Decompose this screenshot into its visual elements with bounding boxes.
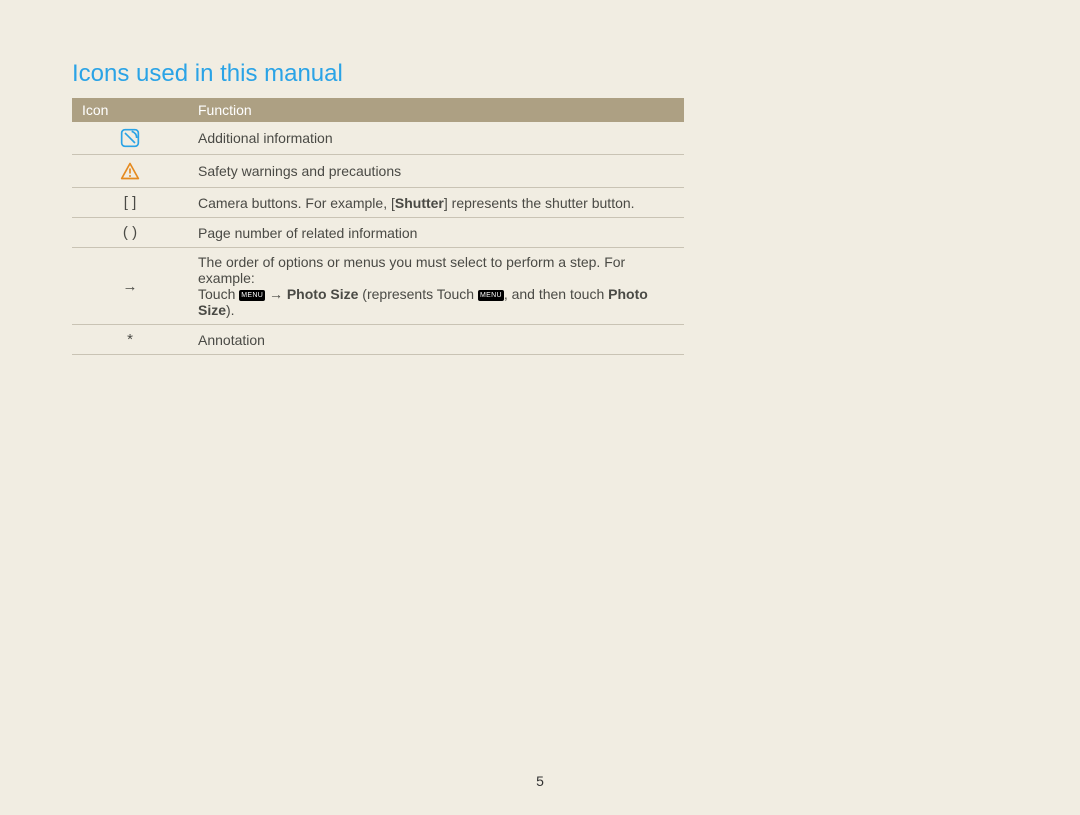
table-row: Additional information [72,122,684,155]
function-text: The order of options or menus you must s… [188,248,684,325]
table-row: ( ) Page number of related information [72,218,684,248]
brackets-icon: [ ] [72,188,188,218]
parens-icon: ( ) [72,218,188,248]
page-title: Icons used in this manual [72,60,1008,88]
table-row: → The order of options or menus you must… [72,248,684,325]
function-text: Camera buttons. For example, [Shutter] r… [188,188,684,218]
table-header-row: Icon Function [72,98,684,122]
text-fragment: ). [226,302,235,318]
menu-icon: MENU [239,290,265,301]
text-fragment: , and then touch [504,286,608,302]
note-icon [72,122,188,155]
text-fragment: Touch [198,286,235,302]
header-icon: Icon [72,98,188,122]
function-text: Annotation [188,325,684,355]
function-text: Safety warnings and precautions [188,155,684,188]
text-fragment: ] represents the shutter button. [444,195,635,211]
menu-icon: MENU [478,290,504,301]
bold-photo-size: Photo Size [287,286,359,302]
table-row: * Annotation [72,325,684,355]
text-fragment: (represents Touch [358,286,478,302]
manual-page: Icons used in this manual Icon Function … [0,0,1080,815]
page-number: 5 [0,773,1080,789]
table-row: Safety warnings and precautions [72,155,684,188]
function-text: Page number of related information [188,218,684,248]
asterisk-icon: * [72,325,188,355]
function-text: Additional information [188,122,684,155]
text-fragment: The order of options or menus you must s… [198,254,625,286]
table-row: [ ] Camera buttons. For example, [Shutte… [72,188,684,218]
arrow-icon: → [72,248,188,325]
arrow-symbol: → [269,286,283,302]
header-function: Function [188,98,684,122]
text-fragment: Camera buttons. For example, [ [198,195,395,211]
icons-table: Icon Function Additional information [72,98,684,355]
bold-shutter: Shutter [395,195,444,211]
warning-icon [72,155,188,188]
